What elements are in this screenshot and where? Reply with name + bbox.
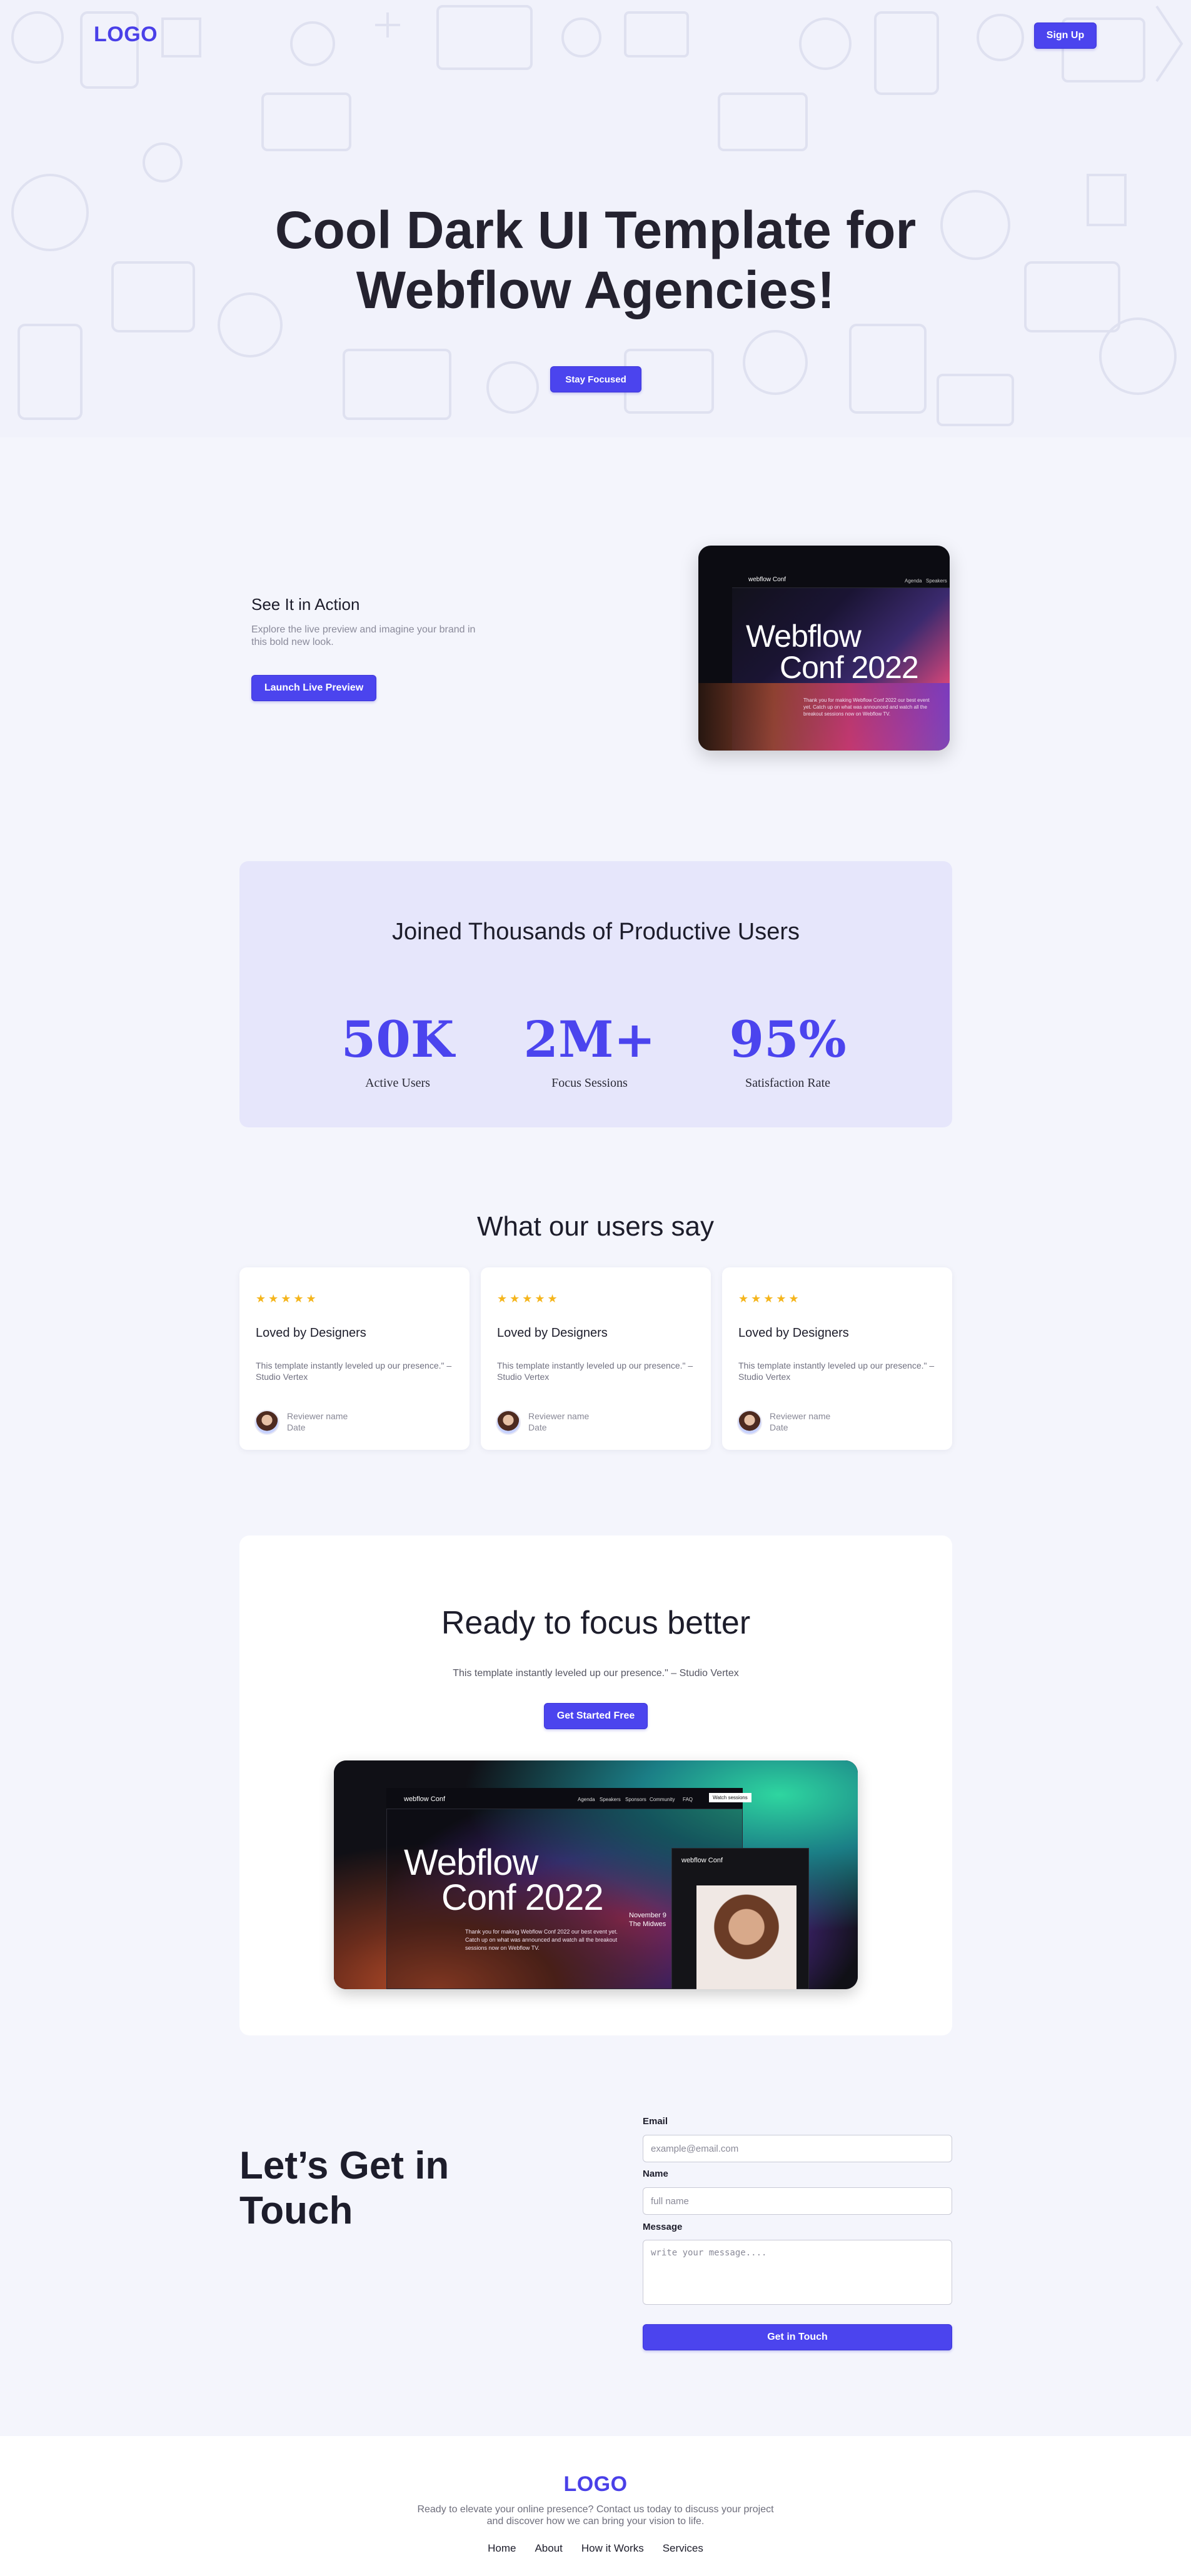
testimonial-quote: This template instantly leveled up our p… (738, 1360, 935, 1382)
screenshot-event-1: November 9 (629, 1912, 666, 1919)
stat-satisfaction-rate: 95% Satisfaction Rate (706, 1011, 869, 1091)
footer-link-about[interactable]: About (535, 2542, 562, 2555)
testimonials-heading: What our users say (476, 1211, 715, 1242)
stats-title: Joined Thousands of Productive Users (392, 919, 800, 945)
footer-description: Ready to elevate your online presence? C… (0, 2504, 1191, 2527)
testimonial-card: ★★★★★ Loved by Designers This template i… (722, 1267, 952, 1450)
screenshot-nav-faq: FAQ (683, 1797, 693, 1802)
signup-button[interactable]: Sign Up (1034, 22, 1097, 49)
stat-label: Active Users (365, 1076, 430, 1090)
product-screenshot-image: webflow Conf Agenda Speakers Sponsors Co… (334, 1760, 858, 1989)
avatar (737, 1410, 762, 1435)
stat-value: 2M+ (523, 1010, 656, 1069)
stat-active-users: 50K Active Users (316, 1011, 479, 1091)
stat-label: Focus Sessions (551, 1076, 628, 1090)
stat-focus-sessions: 2M+ Focus Sessions (508, 1011, 671, 1091)
name-field[interactable] (643, 2187, 952, 2215)
reviewer-name: Reviewer name (528, 1411, 590, 1421)
avatar (254, 1410, 279, 1435)
message-label: Message (643, 2222, 683, 2232)
avatar (496, 1410, 521, 1435)
testimonial-title: Loved by Designers (256, 1326, 366, 1340)
review-date: Date (528, 1422, 547, 1432)
screenshot-headline-2: Conf 2022 (441, 1877, 604, 1918)
star-rating-icon: ★★★★★ (256, 1292, 319, 1305)
footer-description-line1: Ready to elevate your online presence? C… (417, 2504, 774, 2515)
star-rating-icon: ★★★★★ (738, 1292, 802, 1305)
footer: LOGO Ready to elevate your online presen… (0, 2436, 1191, 2576)
contact-title: Let’s Get in Touch (239, 2144, 449, 2234)
preview-nav-speakers: Speakers (926, 578, 947, 584)
testimonial-card: ★★★★★ Loved by Designers This template i… (239, 1267, 470, 1450)
name-label: Name (643, 2169, 668, 2179)
preview-section-title: See It in Action (251, 595, 360, 614)
footer-nav: Home About How it Works Services (0, 2542, 1191, 2555)
preview-brand: webflow Conf (748, 576, 786, 583)
launch-live-preview-button[interactable]: Launch Live Preview (251, 675, 376, 701)
star-rating-icon: ★★★★★ (497, 1292, 560, 1305)
preview-nav-agenda: Agenda (905, 578, 922, 584)
stats-section: Joined Thousands of Productive Users 50K… (239, 861, 952, 1127)
stay-focused-button[interactable]: Stay Focused (550, 366, 641, 392)
get-started-free-button[interactable]: Get Started Free (544, 1703, 648, 1729)
header-logo[interactable]: LOGO (94, 22, 158, 47)
contact-title-line1: Let’s Get in (239, 2144, 450, 2187)
testimonial-title: Loved by Designers (738, 1326, 849, 1340)
review-date: Date (287, 1422, 306, 1432)
testimonial-title: Loved by Designers (497, 1326, 608, 1340)
footer-link-how-it-works[interactable]: How it Works (581, 2542, 644, 2555)
stat-value: 95% (729, 1010, 847, 1069)
get-in-touch-button[interactable]: Get in Touch (643, 2324, 952, 2350)
message-field[interactable] (643, 2240, 952, 2305)
screenshot-watch-button: Watch sessions (709, 1793, 751, 1802)
testimonial-quote: This template instantly leveled up our p… (497, 1360, 693, 1382)
screenshot-caption: Thank you for making Webflow Conf 2022 o… (465, 1929, 618, 1951)
preview-section-description: Explore the live preview and imagine you… (251, 624, 476, 647)
hero-section: LOGO Sign Up Cool Dark UI Template for W… (0, 0, 1191, 437)
testimonial-quote: This template instantly leveled up our p… (256, 1360, 452, 1382)
screenshot-nav-sponsors: Sponsors (625, 1797, 646, 1802)
stat-value: 50K (341, 1010, 455, 1069)
screenshot-mobile-brand: webflow Conf (681, 1857, 723, 1864)
person-photo (696, 1885, 797, 1989)
stat-label: Satisfaction Rate (745, 1076, 831, 1090)
email-field[interactable] (643, 2135, 952, 2162)
footer-link-home[interactable]: Home (488, 2542, 516, 2555)
email-label: Email (643, 2116, 668, 2127)
hero-title: Cool Dark UI Template for Webflow Agenci… (274, 201, 917, 319)
reviewer-name: Reviewer name (287, 1411, 348, 1421)
screenshot-nav-speakers: Speakers (600, 1797, 621, 1802)
preview-caption: Thank you for making Webflow Conf 2022 o… (803, 697, 930, 717)
footer-link-services[interactable]: Services (663, 2542, 703, 2555)
footer-logo[interactable]: LOGO (0, 2472, 1191, 2497)
live-preview-image: webflow Conf Agenda Speakers Webflow Con… (698, 546, 950, 751)
ready-section: Ready to focus better This template inst… (239, 1535, 952, 2035)
ready-subtitle: This template instantly leveled up our p… (453, 1668, 739, 1679)
testimonial-card: ★★★★★ Loved by Designers This template i… (481, 1267, 711, 1450)
review-date: Date (770, 1422, 788, 1432)
ready-title: Ready to focus better (441, 1605, 751, 1641)
screenshot-event-2: The Midwes (629, 1920, 666, 1928)
screenshot-nav-community: Community (650, 1797, 675, 1802)
screenshot-brand: webflow Conf (404, 1795, 446, 1803)
footer-description-line2: and discover how we can bring your visio… (486, 2516, 705, 2527)
reviewer-name: Reviewer name (770, 1411, 831, 1421)
preview-headline-2: Conf 2022 (780, 650, 919, 685)
contact-title-line2: Touch (239, 2189, 353, 2232)
screenshot-nav-agenda: Agenda (578, 1797, 595, 1802)
